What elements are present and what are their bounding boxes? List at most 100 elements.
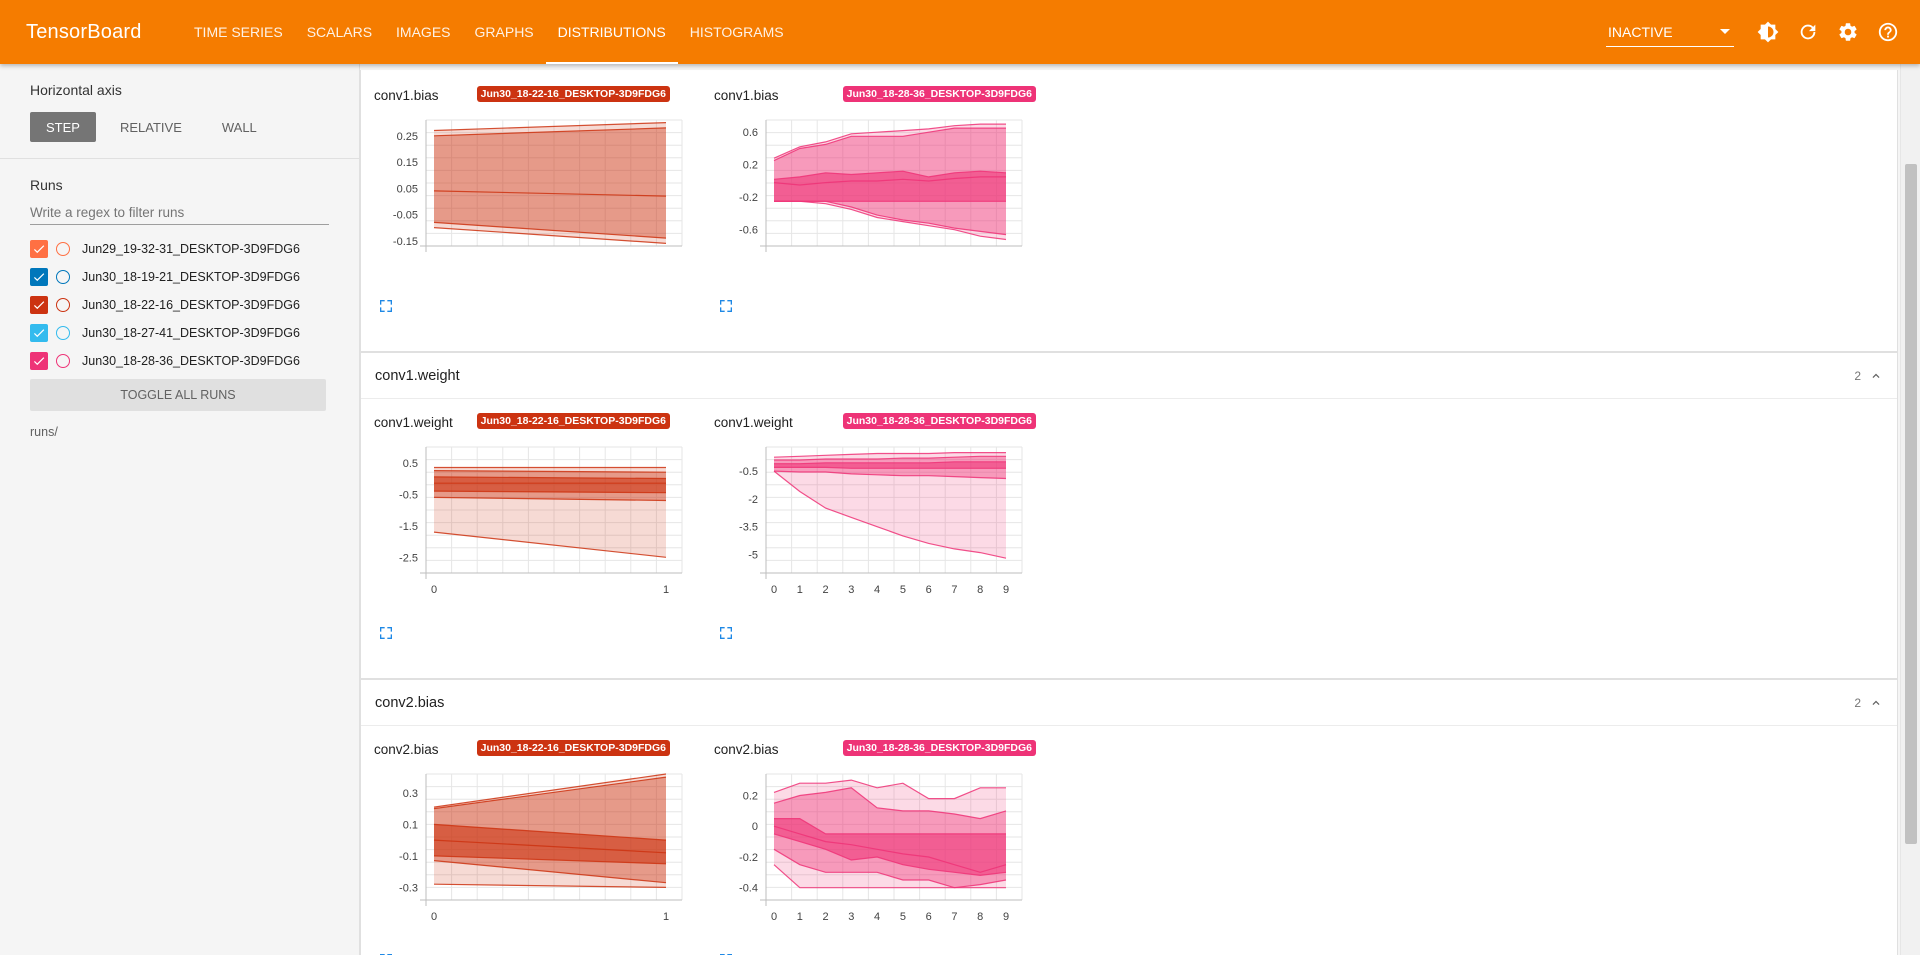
distribution-plot[interactable]: -0.5 -2 -3.5 -5 0 1 2 3 4 5 6 7 8 9 (700, 433, 1040, 633)
fullscreen-expand-icon[interactable] (718, 298, 734, 314)
axis-step-button[interactable]: STEP (30, 112, 96, 142)
run-color-swatch[interactable] (56, 354, 70, 368)
group-header[interactable]: conv2.bias 2 (361, 680, 1897, 726)
x-tick-label: 7 (951, 584, 957, 596)
run-color-swatch[interactable] (56, 326, 70, 340)
horizontal-axis-options: STEP RELATIVE WALL (30, 112, 329, 142)
y-tick-label: -5 (748, 549, 758, 561)
y-tick-label: -2.5 (399, 552, 418, 564)
y-tick-label: 0.5 (403, 458, 418, 470)
axis-wall-button[interactable]: WALL (206, 112, 273, 142)
run-item[interactable]: Jun30_18-27-41_DESKTOP-3D9FDG6 (30, 319, 329, 347)
y-tick-label: 0.1 (403, 819, 418, 831)
card-title: conv1.weight (714, 415, 793, 430)
chevron-up-icon[interactable] (1869, 696, 1883, 710)
distribution-card: conv1.bias Jun30_18-22-16_DESKTOP-3D9FDG6… (360, 76, 700, 312)
x-tick-label: 0 (431, 584, 437, 596)
group-meta: 2 (1854, 369, 1883, 383)
run-item[interactable]: Jun30_18-28-36_DESKTOP-3D9FDG6 (30, 347, 329, 375)
y-tick-label: -1.5 (399, 521, 418, 533)
refresh-icon[interactable] (1788, 12, 1828, 52)
distribution-card: conv1.weight Jun30_18-28-36_DESKTOP-3D9FD… (700, 403, 1040, 639)
nav-tabs: TIME SERIES SCALARS IMAGES GRAPHS DISTRI… (182, 0, 796, 64)
y-tick-label: -3.5 (739, 522, 758, 534)
x-tick-label: 0 (771, 584, 777, 596)
x-tick-label: 6 (926, 911, 932, 923)
x-tick-label: 6 (926, 584, 932, 596)
tab-images[interactable]: IMAGES (384, 0, 462, 64)
y-tick-label: -0.5 (739, 466, 758, 478)
axis-relative-button[interactable]: RELATIVE (104, 112, 198, 142)
run-color-swatch[interactable] (56, 270, 70, 284)
run-checkbox[interactable] (30, 296, 48, 314)
y-tick-label: 0.3 (403, 788, 418, 800)
run-item[interactable]: Jun29_19-32-31_DESKTOP-3D9FDG6 (30, 235, 329, 263)
plugin-status-select[interactable]: INACTIVE (1606, 17, 1734, 47)
run-item[interactable]: Jun30_18-22-16_DESKTOP-3D9FDG6 (30, 291, 329, 319)
y-tick-label: 0.2 (743, 160, 758, 172)
sidebar: Horizontal axis STEP RELATIVE WALL Runs … (0, 64, 360, 955)
distribution-plot[interactable]: 0.3 0.1 -0.1 -0.3 0 1 (360, 760, 700, 955)
run-name: Jun30_18-19-21_DESKTOP-3D9FDG6 (82, 270, 300, 284)
run-checkbox[interactable] (30, 352, 48, 370)
run-badge: Jun30_18-28-36_DESKTOP-3D9FDG6 (842, 86, 1036, 102)
distribution-plot[interactable]: 0.2 0 -0.2 -0.4 0 1 2 3 4 5 6 7 8 9 (700, 760, 1040, 955)
run-badge: Jun30_18-22-16_DESKTOP-3D9FDG6 (476, 86, 670, 102)
logdir-label: runs/ (30, 425, 58, 439)
chevron-up-icon[interactable] (1869, 369, 1883, 383)
x-tick-label: 3 (848, 911, 854, 923)
plugin-status-value: INACTIVE (1608, 23, 1673, 40)
runs-section: Runs Write a regex to filter runs Jun29_… (0, 159, 359, 439)
card-title: conv2.bias (714, 742, 779, 757)
run-color-swatch[interactable] (56, 242, 70, 256)
fullscreen-expand-icon[interactable] (378, 625, 394, 641)
card-title: conv1.bias (714, 88, 779, 103)
runs-title: Runs (30, 177, 63, 193)
fullscreen-expand-icon[interactable] (378, 298, 394, 314)
y-tick-label: -2 (748, 494, 758, 506)
checkmark-icon (33, 329, 45, 338)
toggle-all-runs-button[interactable]: TOGGLE ALL RUNS (30, 379, 326, 411)
card-title: conv2.bias (374, 742, 439, 757)
run-checkbox[interactable] (30, 324, 48, 342)
horizontal-axis-title: Horizontal axis (30, 82, 122, 98)
main-scrollbar[interactable] (1900, 64, 1920, 955)
x-tick-label: 1 (797, 911, 803, 923)
distribution-plot[interactable]: 0.6 0.2 -0.2 -0.6 (700, 106, 1040, 306)
y-tick-label: -0.2 (739, 852, 758, 864)
top-app-bar: TensorBoard TIME SERIES SCALARS IMAGES G… (0, 0, 1920, 64)
group-card-count: 2 (1854, 368, 1861, 383)
tab-histograms[interactable]: HISTOGRAMS (678, 0, 796, 64)
y-tick-label: -0.4 (739, 883, 758, 895)
card-title: conv1.bias (374, 88, 439, 103)
tab-scalars[interactable]: SCALARS (295, 0, 384, 64)
distribution-card: conv2.bias Jun30_18-22-16_DESKTOP-3D9FDG6… (360, 730, 700, 955)
run-checkbox[interactable] (30, 240, 48, 258)
x-tick-label: 2 (822, 911, 828, 923)
scrollbar-thumb[interactable] (1905, 164, 1917, 844)
tab-graphs[interactable]: GRAPHS (463, 0, 546, 64)
run-color-swatch[interactable] (56, 298, 70, 312)
run-name: Jun29_19-32-31_DESKTOP-3D9FDG6 (82, 242, 300, 256)
theme-toggle-icon[interactable] (1748, 12, 1788, 52)
x-tick-label: 8 (977, 584, 983, 596)
tab-distributions[interactable]: DISTRIBUTIONS (545, 0, 678, 64)
x-tick-label: 2 (822, 584, 828, 596)
checkmark-icon (33, 301, 45, 310)
group-title: conv1.weight (375, 367, 460, 384)
distribution-plot[interactable]: 0.25 0.15 0.05 -0.05 -0.15 (360, 106, 700, 306)
fullscreen-expand-icon[interactable] (718, 625, 734, 641)
x-tick-label: 4 (874, 911, 880, 923)
distribution-band (434, 127, 666, 239)
settings-gear-icon[interactable] (1828, 12, 1868, 52)
x-tick-label: 7 (951, 911, 957, 923)
distribution-plot[interactable]: 0.5 -0.5 -1.5 -2.5 0 1 (360, 433, 700, 633)
card-title: conv1.weight (374, 415, 453, 430)
group-header[interactable]: conv1.weight 2 (361, 353, 1897, 399)
tab-time-series[interactable]: TIME SERIES (182, 0, 295, 64)
runs-filter-input[interactable]: Write a regex to filter runs (30, 199, 329, 225)
help-icon[interactable] (1868, 12, 1908, 52)
run-item[interactable]: Jun30_18-19-21_DESKTOP-3D9FDG6 (30, 263, 329, 291)
run-checkbox[interactable] (30, 268, 48, 286)
x-tick-label: 4 (874, 584, 880, 596)
